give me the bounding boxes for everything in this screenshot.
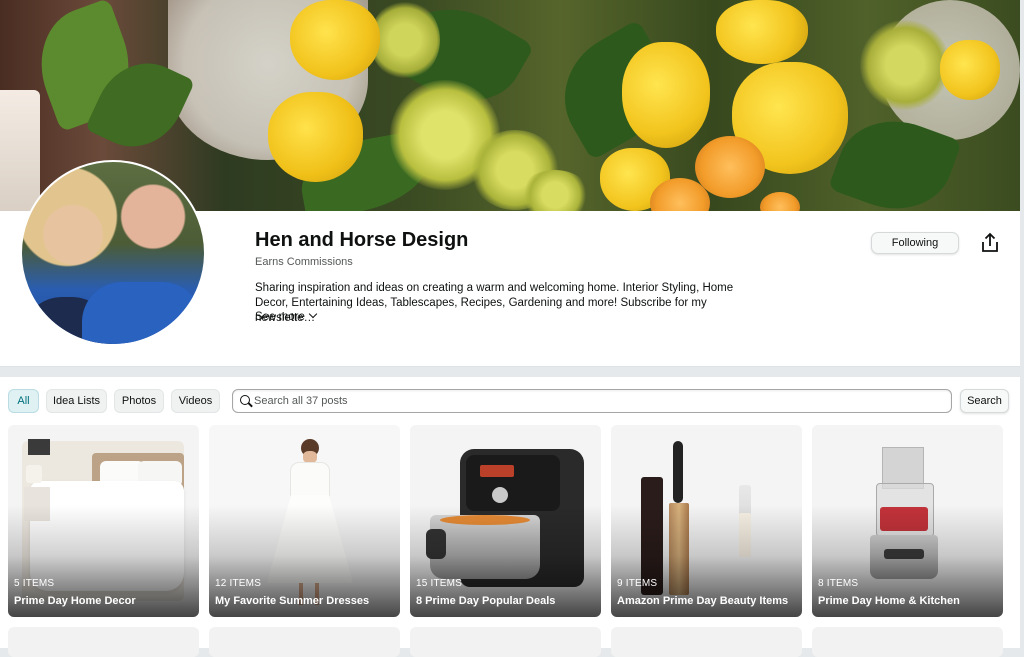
card-item-count: 15 ITEMS — [416, 578, 463, 589]
banner-tulip — [622, 42, 710, 148]
idea-list-card[interactable]: 15 ITEMS 8 Prime Day Popular Deals — [410, 425, 601, 617]
idea-list-card-next-row[interactable] — [209, 627, 400, 657]
search-icon — [240, 395, 250, 405]
card-title: Prime Day Home Decor — [14, 595, 136, 607]
idea-list-card[interactable]: 5 ITEMS Prime Day Home Decor — [8, 425, 199, 617]
card-title: Prime Day Home & Kitchen — [818, 595, 960, 607]
chevron-down-icon — [308, 309, 318, 319]
share-button[interactable] — [980, 232, 1000, 254]
card-title: 8 Prime Day Popular Deals — [416, 595, 556, 607]
filter-chip-idea-lists[interactable]: Idea Lists — [46, 389, 107, 413]
banner-tulip — [716, 0, 808, 64]
see-more-label: See more — [255, 311, 305, 323]
share-icon — [982, 232, 998, 252]
idea-list-card-next-row[interactable] — [8, 627, 199, 657]
card-item-count: 12 ITEMS — [215, 578, 262, 589]
search-input[interactable]: Search all 37 posts — [232, 389, 952, 413]
card-title: My Favorite Summer Dresses — [215, 595, 370, 607]
filter-chip-photos[interactable]: Photos — [114, 389, 164, 413]
banner-candle — [0, 90, 40, 211]
avatar-shirt-right — [82, 282, 202, 344]
profile-name: Hen and Horse Design — [255, 229, 469, 251]
card-item-count: 5 ITEMS — [14, 578, 55, 589]
card-title: Amazon Prime Day Beauty Items — [617, 595, 789, 607]
banner-tulip — [940, 40, 1000, 100]
idea-list-card-next-row[interactable] — [812, 627, 1003, 657]
idea-list-card-next-row[interactable] — [410, 627, 601, 657]
profile-bio: Sharing inspiration and ideas on creatin… — [255, 282, 734, 324]
banner-rose — [695, 136, 765, 198]
idea-list-card[interactable]: 9 ITEMS Amazon Prime Day Beauty Items — [611, 425, 802, 617]
idea-list-card-next-row[interactable] — [611, 627, 802, 657]
filter-chip-all[interactable]: All — [8, 389, 39, 413]
banner-flower-cluster — [520, 170, 590, 211]
banner-rose — [760, 192, 800, 211]
filter-chip-videos[interactable]: Videos — [171, 389, 220, 413]
search-button[interactable]: Search — [960, 389, 1009, 413]
card-item-count: 9 ITEMS — [617, 578, 658, 589]
banner-flower-cluster — [370, 0, 440, 80]
banner-tulip — [268, 92, 363, 182]
idea-list-card[interactable]: 12 ITEMS My Favorite Summer Dresses — [209, 425, 400, 617]
profile-avatar — [20, 160, 206, 346]
banner-tulip — [290, 0, 380, 80]
banner-flower-cluster — [860, 20, 950, 110]
following-button[interactable]: Following — [871, 232, 959, 254]
card-item-count: 8 ITEMS — [818, 578, 859, 589]
see-more-link[interactable]: See more — [255, 309, 318, 323]
search-placeholder: Search all 37 posts — [254, 395, 348, 407]
earns-commissions-badge: Earns Commissions — [255, 256, 353, 268]
idea-list-card[interactable]: 8 ITEMS Prime Day Home & Kitchen — [812, 425, 1003, 617]
